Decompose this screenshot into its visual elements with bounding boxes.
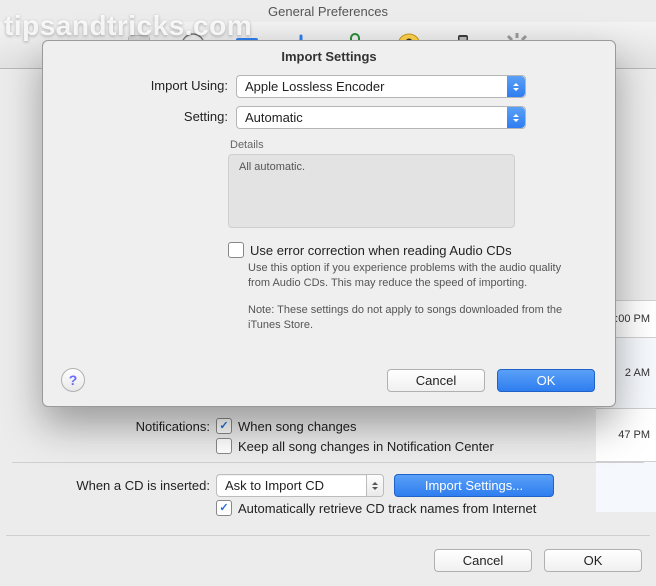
- setting-value: Automatic: [245, 110, 303, 125]
- details-box: All automatic.: [228, 154, 515, 228]
- cd-inserted-row: When a CD is inserted: Ask to Import CD …: [0, 474, 656, 497]
- error-correction-checkbox[interactable]: [228, 242, 244, 258]
- cd-action-select[interactable]: Ask to Import CD: [216, 474, 384, 497]
- import-using-value: Apple Lossless Encoder: [245, 79, 384, 94]
- error-correction-label: Use error correction when reading Audio …: [250, 243, 512, 258]
- notif-song-changes-checkbox[interactable]: [216, 418, 232, 434]
- notif-keep-all-checkbox[interactable]: [216, 438, 232, 454]
- cd-inserted-label: When a CD is inserted:: [0, 478, 216, 493]
- notifications-row-2: Keep all song changes in Notification Ce…: [0, 438, 656, 454]
- details-body: All automatic.: [239, 161, 305, 173]
- dialog-ok-button[interactable]: OK: [497, 369, 595, 392]
- itunes-store-note: Note: These settings do not apply to son…: [248, 303, 575, 333]
- pref-cancel-button[interactable]: Cancel: [434, 549, 532, 572]
- import-settings-button[interactable]: Import Settings...: [394, 474, 554, 497]
- notif-keep-all-label: Keep all song changes in Notification Ce…: [238, 439, 494, 454]
- import-using-select[interactable]: Apple Lossless Encoder: [236, 75, 526, 98]
- auto-retrieve-checkbox[interactable]: [216, 500, 232, 516]
- divider: [6, 535, 650, 536]
- error-correction-help: Use this option if you experience proble…: [248, 261, 575, 291]
- notifications-row: Notifications: When song changes: [0, 418, 656, 434]
- notifications-label: Notifications:: [0, 419, 216, 434]
- auto-retrieve-label: Automatically retrieve CD track names fr…: [238, 501, 536, 516]
- dialog-title: Import Settings: [43, 49, 615, 64]
- setting-label: Setting:: [43, 106, 236, 124]
- import-using-label: Import Using:: [43, 75, 236, 93]
- updown-icon: [507, 107, 525, 128]
- notif-song-changes-label: When song changes: [238, 419, 357, 434]
- preferences-title: General Preferences: [0, 4, 656, 19]
- updown-icon: [507, 76, 525, 97]
- import-settings-dialog: Import Settings Import Using: Apple Loss…: [42, 40, 616, 407]
- divider: [12, 462, 644, 463]
- details-header: Details: [230, 139, 615, 151]
- help-button[interactable]: ?: [61, 368, 85, 392]
- setting-select[interactable]: Automatic: [236, 106, 526, 129]
- cd-action-value: Ask to Import CD: [225, 478, 324, 493]
- preferences-footer: Cancel OK: [434, 549, 642, 572]
- dialog-cancel-button[interactable]: Cancel: [387, 369, 485, 392]
- updown-icon: [366, 475, 383, 496]
- auto-retrieve-row: Automatically retrieve CD track names fr…: [0, 500, 656, 516]
- pref-ok-button[interactable]: OK: [544, 549, 642, 572]
